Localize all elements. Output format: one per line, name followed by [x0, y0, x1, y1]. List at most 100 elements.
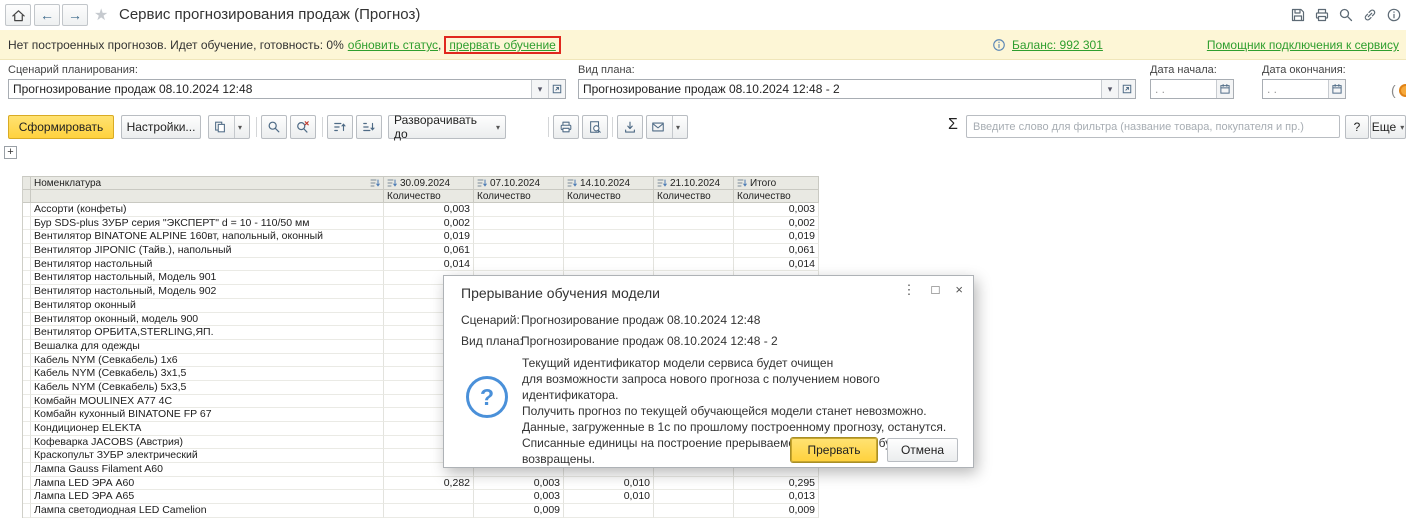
training-status-text: Нет построенных прогнозов. Идет обучение…	[8, 38, 344, 52]
chevron-down-icon: ▾	[1107, 83, 1113, 94]
refresh-status-link[interactable]: обновить статус	[348, 38, 438, 52]
scenario-input[interactable]	[9, 80, 531, 98]
question-icon: ?	[466, 376, 508, 418]
plan-dropdown-button[interactable]: ▾	[1101, 80, 1118, 98]
column-header-date-4[interactable]: 21.10.2024	[654, 177, 734, 190]
column-header-date-3[interactable]: 14.10.2024	[564, 177, 654, 190]
row-value	[474, 216, 564, 231]
sort-icon	[477, 178, 487, 188]
table-row[interactable]: Бур SDS-plus ЗУБР серия "ЭКСПЕРТ" d = 10…	[23, 216, 819, 231]
table-row[interactable]: Вентилятор BINATONE ALPINE 160вт, наполь…	[23, 230, 819, 245]
print-button[interactable]	[1313, 6, 1330, 23]
help-button[interactable]: ?	[1345, 115, 1369, 139]
search-button[interactable]	[261, 115, 287, 139]
row-value: 0,010	[564, 490, 654, 505]
column-header-date-2[interactable]: 07.10.2024	[474, 177, 564, 190]
row-service-cell	[23, 203, 31, 217]
row-total: 0,003	[734, 203, 819, 217]
row-service-cell	[23, 394, 31, 409]
column-header-nomenclature[interactable]: Номенклатура	[31, 177, 384, 190]
expand-to-button[interactable]: Разворачивать до ▾	[388, 113, 506, 141]
row-value: 0,010	[564, 476, 654, 491]
sort-icon	[657, 178, 667, 188]
copy-link-button[interactable]	[1361, 6, 1378, 23]
row-value	[654, 203, 734, 217]
expand-groups-button[interactable]	[356, 115, 382, 139]
back-button[interactable]: ←	[34, 4, 60, 26]
scenario-choose-button[interactable]	[548, 80, 565, 98]
interrupt-confirm-button[interactable]: Прервать	[791, 438, 877, 462]
column-header-total[interactable]: Итого	[734, 177, 819, 190]
annotation-highlight: прервать обучение	[444, 36, 561, 54]
collapse-groups-button[interactable]	[327, 115, 353, 139]
date-start-calendar-button[interactable]	[1216, 80, 1233, 98]
table-row[interactable]: Вентилятор JIPONIC (Тайв.), напольный 0,…	[23, 244, 819, 258]
maximize-icon[interactable]: □	[932, 282, 940, 298]
balance-link[interactable]: Баланс: 992 301	[1012, 38, 1103, 52]
row-service-cell	[23, 490, 31, 505]
row-nomenclature: Вентилятор настольный, Модель 901	[31, 271, 384, 286]
favorite-star-icon[interactable]: ★	[94, 5, 108, 25]
table-subheader-row: Количество Количество Количество Количес…	[23, 190, 819, 203]
print-preview-button[interactable]	[582, 115, 608, 139]
notification-bar: Нет построенных прогнозов. Идет обучение…	[0, 30, 1406, 60]
search-cancel-button[interactable]	[290, 115, 316, 139]
date-end-calendar-button[interactable]	[1328, 80, 1345, 98]
table-row[interactable]: Лампа LED ЭРА A60 0,282 0,003 0,010 0,29…	[23, 476, 819, 491]
dialog-menu-icon[interactable]: ⋮	[903, 282, 916, 298]
print-table-button[interactable]	[553, 115, 579, 139]
row-value: 0,003	[474, 476, 564, 491]
expand-all-button[interactable]: +	[4, 146, 17, 159]
title-bar: ← → ★ Сервис прогнозирования продаж (Про…	[0, 0, 1406, 30]
indicators-button[interactable]: Σ	[948, 116, 958, 134]
date-end-input[interactable]	[1263, 80, 1328, 98]
service-assistant-link[interactable]: Помощник подключения к сервису	[1207, 38, 1399, 52]
send-mail-button[interactable]: ▾	[646, 115, 688, 139]
row-service-cell	[23, 435, 31, 450]
interrupt-training-dialog: Прерывание обучения модели ⋮ □ × Сценари…	[443, 275, 974, 468]
preview-button[interactable]	[1337, 6, 1354, 23]
date-end-label: Дата окончания:	[1262, 64, 1346, 76]
plan-kind-input[interactable]	[579, 80, 1101, 98]
row-nomenclature: Комбайн MOULINEX А77 4С	[31, 394, 384, 409]
forward-button[interactable]: →	[62, 4, 88, 26]
download-button[interactable]	[617, 115, 643, 139]
row-value: 0,019	[384, 230, 474, 245]
column-header-date-1[interactable]: 30.09.2024	[384, 177, 474, 190]
open-form-icon	[1121, 83, 1133, 95]
more-button[interactable]: Еще ▾	[1370, 115, 1406, 139]
copy-settings-button[interactable]: ▾	[208, 115, 250, 139]
search-icon	[267, 120, 281, 134]
table-row[interactable]: Вентилятор настольный 0,014 0,014	[23, 257, 819, 272]
row-service-cell	[23, 422, 31, 436]
settings-button[interactable]: Настройки...	[121, 115, 201, 139]
row-value: 0,002	[384, 216, 474, 231]
generate-button[interactable]: Сформировать	[8, 115, 114, 139]
scenario-dropdown-button[interactable]: ▾	[531, 80, 548, 98]
row-total: 0,013	[734, 490, 819, 505]
balance-info-icon	[992, 38, 1006, 52]
magnifier-icon	[1338, 7, 1354, 23]
page-title: Сервис прогнозирования продаж (Прогноз)	[119, 6, 421, 23]
row-service-cell	[23, 244, 31, 258]
table-row[interactable]: Ассорти (конфеты) 0,003 0,003	[23, 203, 819, 217]
row-total: 0,295	[734, 476, 819, 491]
date-start-input[interactable]	[1151, 80, 1216, 98]
sort-icon	[737, 178, 747, 188]
row-nomenclature: Лампа Gauss Filament A60	[31, 463, 384, 477]
save-button[interactable]	[1289, 6, 1306, 23]
scenario-label: Сценарий планирования:	[8, 64, 138, 76]
row-nomenclature: Вентилятор оконный, модель 900	[31, 312, 384, 327]
subheader-quantity: Количество	[734, 190, 819, 203]
row-service-cell	[23, 380, 31, 395]
info-button[interactable]	[1385, 6, 1402, 23]
home-button[interactable]	[5, 4, 31, 26]
filter-input[interactable]	[966, 115, 1340, 138]
plan-choose-button[interactable]	[1118, 80, 1135, 98]
interrupt-training-link[interactable]: прервать обучение	[449, 38, 555, 52]
dialog-title: Прерывание обучения модели	[461, 285, 660, 301]
cancel-button[interactable]: Отмена	[887, 438, 958, 462]
close-icon[interactable]: ×	[955, 282, 963, 298]
table-row[interactable]: Лампа LED ЭРА A65 0,003 0,010 0,013	[23, 490, 819, 505]
row-nomenclature: Лампа LED ЭРА A60	[31, 476, 384, 491]
